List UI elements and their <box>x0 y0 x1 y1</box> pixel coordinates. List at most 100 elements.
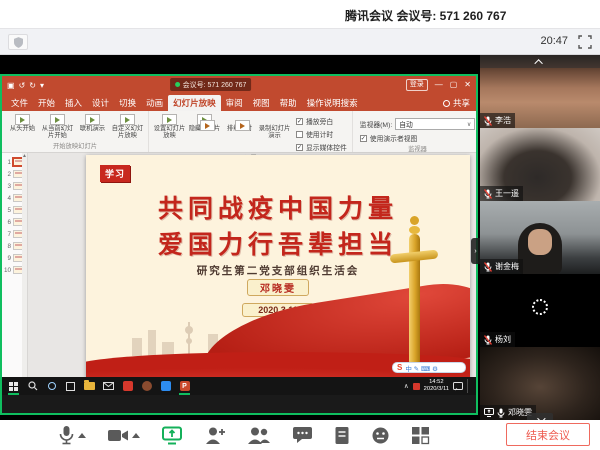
tray-badge-icon[interactable] <box>413 383 420 390</box>
from-beginning-button[interactable]: 从头开始 <box>5 113 40 133</box>
fullscreen-icon <box>578 35 592 49</box>
checkbox-checked-icon: ✓ <box>296 144 303 151</box>
tab-animations[interactable]: 动画 <box>141 95 168 111</box>
camera-options-caret-icon[interactable] <box>132 433 140 438</box>
app-brown-button[interactable] <box>141 381 152 392</box>
ppt-login-button[interactable]: 登录 <box>406 79 428 91</box>
mail-button[interactable] <box>103 381 114 392</box>
ppt-maximize-button[interactable]: ▢ <box>450 81 458 89</box>
thumbnail-scrollbar[interactable]: ▲ <box>22 153 27 382</box>
cortana-button[interactable] <box>46 381 57 392</box>
tab-tell-me[interactable]: 操作说明搜索 <box>302 95 363 111</box>
custom-slideshow-button[interactable]: 自定义幻灯片放映 <box>110 113 145 140</box>
redo-icon[interactable]: ↻ <box>29 81 36 90</box>
custom-show-icon <box>120 114 135 125</box>
slide-thumbnail-pane[interactable]: 1 2 3 4 5 6 7 8 9 10 ▲ <box>2 153 28 382</box>
sogou-logo-icon: S <box>397 363 402 372</box>
person-icon <box>443 100 450 107</box>
document-icon <box>334 426 350 445</box>
ppt-minimize-button[interactable]: — <box>435 81 443 89</box>
invite-button[interactable] <box>204 426 226 445</box>
rehearse-clock-icon <box>200 120 215 131</box>
record-slideshow-button[interactable]: 录制幻灯片演示 <box>257 113 292 140</box>
camera-control[interactable] <box>107 428 140 443</box>
show-desktop-button[interactable] <box>467 379 470 393</box>
show-media-controls-checkbox[interactable]: ✓ 显示媒体控件 <box>296 142 347 152</box>
end-meeting-button[interactable]: 结束会议 <box>506 423 590 446</box>
file-explorer-button[interactable] <box>84 381 95 392</box>
ppt-close-button[interactable]: ✕ <box>464 81 471 89</box>
video-tile-wangyiyao[interactable]: 王一遥 <box>480 128 600 201</box>
sidebar-scroll-up-button[interactable] <box>480 55 600 68</box>
red-app-icon <box>123 381 133 391</box>
video-tile-dengxiaowen[interactable]: 邓晓雯 <box>480 347 600 420</box>
ppt-window-controls: 登录 — ▢ ✕ <box>406 79 471 91</box>
video-tile-xiejinmei[interactable]: 谢金梅 <box>480 201 600 274</box>
folder-icon <box>84 382 95 390</box>
notification-icon[interactable] <box>453 382 463 391</box>
tab-home[interactable]: 开始 <box>33 95 60 111</box>
tab-transitions[interactable]: 切换 <box>114 95 141 111</box>
present-online-button[interactable]: 联机演示 <box>75 113 110 133</box>
powerpoint-taskbar-button[interactable]: P <box>179 381 190 392</box>
search-button[interactable] <box>27 381 38 392</box>
slide: 学习 共同战疫中国力量 爱国力行吾辈担当 研究生第二党支部组织生活会 邓晓雯 2… <box>86 155 470 378</box>
search-icon <box>28 381 38 391</box>
input-method-toolbar[interactable]: S 中 ✎ ⌨ ⚙ <box>392 362 466 373</box>
task-view-button[interactable] <box>65 381 76 392</box>
chat-icon <box>292 426 313 444</box>
use-timings-checkbox[interactable]: 使用计时 <box>296 129 347 139</box>
save-icon[interactable]: ▣ <box>7 81 15 90</box>
qat-caret-icon[interactable]: ▾ <box>40 81 44 90</box>
app-red-button[interactable] <box>122 381 133 392</box>
fullscreen-button[interactable] <box>578 35 592 49</box>
scroll-up-icon[interactable]: ▲ <box>22 153 27 159</box>
participant-name: 谢金梅 <box>495 261 519 272</box>
ribbon-group-label: 开始放映幻灯片 <box>5 140 145 152</box>
loading-spinner-icon <box>532 299 548 315</box>
participant-name: 杨刘 <box>495 334 511 345</box>
undo-icon[interactable]: ↺ <box>19 81 26 90</box>
meeting-topbar: 20:47 <box>0 28 600 55</box>
share-pill-text: 会议号: 571 260 767 <box>183 80 247 90</box>
meeting-clock: 20:47 <box>540 35 568 47</box>
mic-muted-icon <box>484 335 492 345</box>
windows-taskbar: P ∧ 14:52 2020/3/11 <box>2 377 476 395</box>
play-narrations-checkbox[interactable]: ✓ 播放旁白 <box>296 116 347 126</box>
checkbox-checked-icon: ✓ <box>360 135 367 142</box>
ribbon-group-start: 从头开始 从当前幻灯片开始 联机演示 自定义幻灯片放映 开始放 <box>2 111 149 152</box>
presenter-view-checkbox[interactable]: ✓ 使用演示者视图 <box>360 133 475 143</box>
tray-chevron-icon[interactable]: ∧ <box>404 382 409 390</box>
video-tile-yangliu[interactable]: 杨刘 <box>480 274 600 347</box>
setup-slideshow-button[interactable]: 设置幻灯片放映 <box>152 113 187 140</box>
mic-control[interactable] <box>58 425 86 446</box>
participants-button[interactable] <box>247 426 271 445</box>
taskbar-clock[interactable]: 14:52 2020/3/11 <box>424 379 449 392</box>
start-button[interactable] <box>8 381 19 392</box>
tab-slideshow[interactable]: 幻灯片放映 <box>168 95 221 111</box>
tab-review[interactable]: 审阅 <box>221 95 248 111</box>
tab-design[interactable]: 设计 <box>87 95 114 111</box>
from-current-slide-button[interactable]: 从当前幻灯片开始 <box>40 113 75 140</box>
sidebar-collapse-button[interactable]: › <box>471 238 480 264</box>
tab-view[interactable]: 视图 <box>248 95 275 111</box>
tab-file[interactable]: 文件 <box>6 95 33 111</box>
tab-insert[interactable]: 插入 <box>60 95 87 111</box>
reactions-button[interactable] <box>371 426 390 445</box>
monitor-dropdown[interactable]: 自动 ∨ <box>395 118 475 130</box>
layout-button[interactable] <box>411 426 430 445</box>
security-shield-button[interactable] <box>8 34 28 50</box>
ppt-share-button[interactable]: 共享 <box>443 97 470 111</box>
microphone-icon <box>58 425 75 446</box>
tencent-meeting-taskbar-button[interactable] <box>160 381 171 392</box>
docs-button[interactable] <box>334 426 350 445</box>
chat-button[interactable] <box>292 426 313 444</box>
sidebar-scroll-down-button[interactable] <box>527 413 553 420</box>
participant-sidebar: 李浩 王一遥 谢金梅 <box>480 55 600 420</box>
tab-help[interactable]: 帮助 <box>275 95 302 111</box>
chevron-down-icon: ∨ <box>467 121 471 128</box>
share-screen-button[interactable] <box>161 426 183 445</box>
meeting-titlebar: 腾讯会议 会议号: 571 260 767 <box>0 0 600 28</box>
mic-options-caret-icon[interactable] <box>78 433 86 438</box>
screen-share-region: ▣ ↺ ↻ ▾ 会议号: 571 260 767 登录 — ▢ ✕ <box>0 74 478 415</box>
